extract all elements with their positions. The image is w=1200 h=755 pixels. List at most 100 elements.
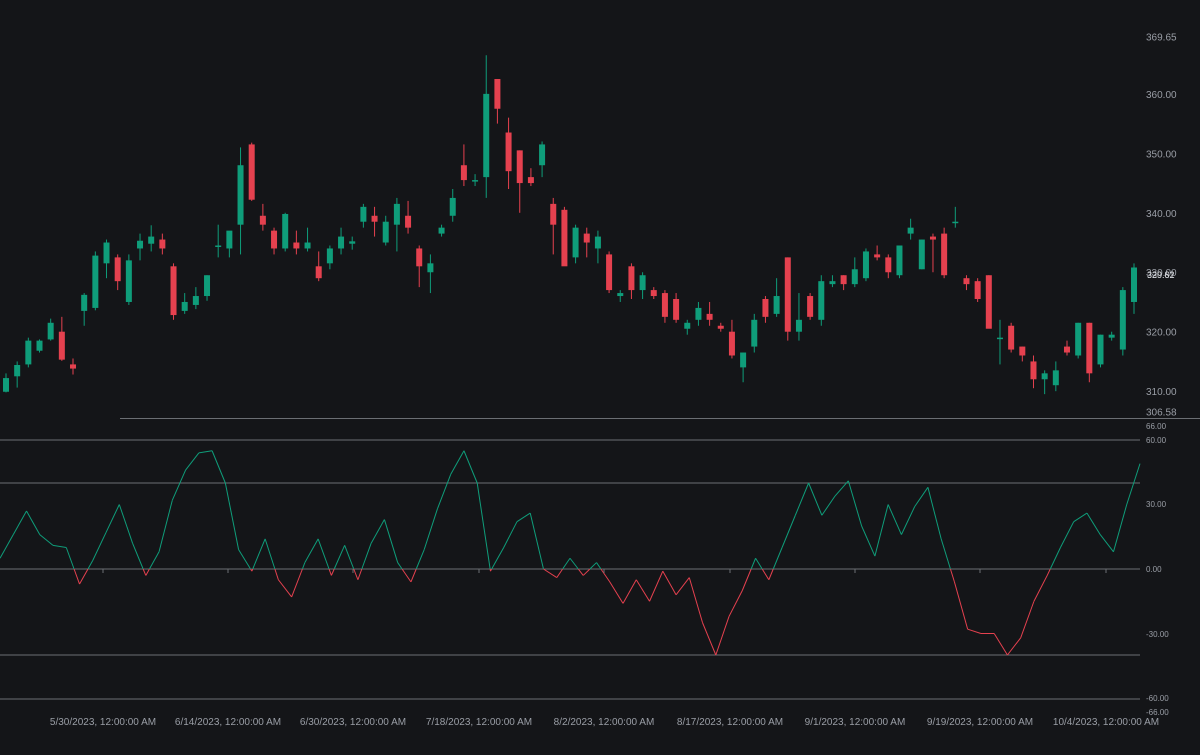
candle-body [249, 144, 255, 199]
candle [606, 251, 612, 293]
time-tick-label: 8/17/2023, 12:00:00 AM [677, 717, 783, 728]
candle-body [762, 299, 768, 317]
time-tick-label: 7/18/2023, 12:00:00 AM [426, 717, 532, 728]
candle-body [930, 237, 936, 240]
candle-body [528, 177, 534, 183]
candle-body [338, 237, 344, 249]
candle [92, 251, 98, 310]
candle-body [159, 240, 165, 249]
candle-body [908, 228, 914, 234]
candle [941, 228, 947, 279]
candle-body [941, 234, 947, 276]
candle-body [885, 257, 891, 272]
candle-body [204, 275, 210, 296]
candle-body [171, 266, 177, 315]
candle-body [718, 326, 724, 329]
candle-body [1120, 290, 1126, 349]
oscillator-tick-label: 60.00 [1146, 436, 1167, 445]
candle [807, 293, 813, 320]
candle-body [37, 341, 43, 351]
price-tick-label: 310.00 [1146, 387, 1177, 398]
oscillator-tick-label: 30.00 [1146, 500, 1167, 509]
candle-body [483, 94, 489, 177]
candle-body [829, 281, 835, 284]
candle-body [651, 290, 657, 296]
candle [126, 254, 132, 305]
candle-body [573, 228, 579, 258]
candle-body [807, 296, 813, 317]
candle-body [1053, 370, 1059, 385]
candle-body [707, 314, 713, 320]
candle-body [81, 295, 87, 311]
candle [282, 213, 288, 252]
oscillator-tick-label: -60.00 [1146, 694, 1169, 703]
candle-body [14, 365, 20, 376]
trading-chart[interactable]: 369.65360.00350.00340.00330.00320.00310.… [0, 0, 1200, 750]
candle-body [506, 133, 512, 172]
price-tick-label: 360.00 [1146, 90, 1177, 101]
oscillator-tick-label: -66.00 [1146, 708, 1169, 717]
candle-body [372, 216, 378, 222]
candle-body [550, 204, 556, 225]
candle-body [740, 353, 746, 368]
candle [25, 338, 31, 368]
time-tick-label: 9/19/2023, 12:00:00 AM [927, 717, 1033, 728]
candle-body [305, 243, 311, 249]
candle-body [1008, 326, 1014, 350]
last-price-label: 330.81 [1147, 270, 1175, 280]
candle-body [137, 241, 143, 249]
candle-body [896, 245, 902, 275]
candle-body [59, 332, 65, 360]
time-tick-label: 10/4/2023, 12:00:00 AM [1053, 717, 1159, 728]
candle-body [695, 308, 701, 320]
candle [1008, 323, 1014, 353]
candle-body [70, 364, 76, 368]
candle-body [751, 320, 757, 347]
candle-body [126, 260, 132, 302]
candle [37, 339, 43, 352]
candle-body [226, 231, 232, 249]
candle [1120, 287, 1126, 355]
candle-body [104, 243, 110, 264]
chart-area[interactable]: 369.65360.00350.00340.00330.00320.00310.… [0, 0, 1200, 750]
oscillator-tick-label: 66.00 [1146, 422, 1167, 431]
candle-body [416, 248, 422, 266]
candle-body [852, 269, 858, 284]
candle-body [595, 237, 601, 249]
candle-body [472, 180, 478, 182]
candle-body [796, 320, 802, 332]
candle-body [394, 204, 400, 225]
candle-body [461, 165, 467, 180]
candle-body [271, 231, 277, 249]
candle-body [405, 216, 411, 228]
candle-body [584, 234, 590, 243]
candle [249, 143, 255, 201]
candle [975, 278, 981, 302]
time-tick-label: 5/30/2023, 12:00:00 AM [50, 717, 156, 728]
candle [919, 240, 925, 270]
candle-body [3, 378, 9, 392]
candle-body [450, 198, 456, 216]
candle-body [1075, 323, 1081, 356]
candle-body [818, 281, 824, 320]
candle-body [182, 302, 188, 311]
candle-body [327, 248, 333, 263]
candle-body [617, 293, 623, 296]
candle-body [975, 281, 981, 299]
candle [1097, 335, 1103, 368]
time-tick-label: 6/30/2023, 12:00:00 AM [300, 717, 406, 728]
candle-body [1131, 267, 1137, 301]
price-tick-label: 306.58 [1146, 408, 1177, 419]
candle-body [193, 296, 199, 305]
candle-body [919, 240, 925, 270]
candle-body [25, 341, 31, 365]
candle-body [729, 332, 735, 356]
candle-body [439, 228, 445, 234]
candle-body [238, 165, 244, 224]
candle-body [1086, 323, 1092, 374]
time-tick-label: 8/2/2023, 12:00:00 AM [554, 717, 655, 728]
price-tick-label: 369.65 [1146, 33, 1177, 44]
candle-body [640, 275, 646, 290]
oscillator-tick-label: -30.00 [1146, 630, 1169, 639]
candle-body [1097, 335, 1103, 365]
